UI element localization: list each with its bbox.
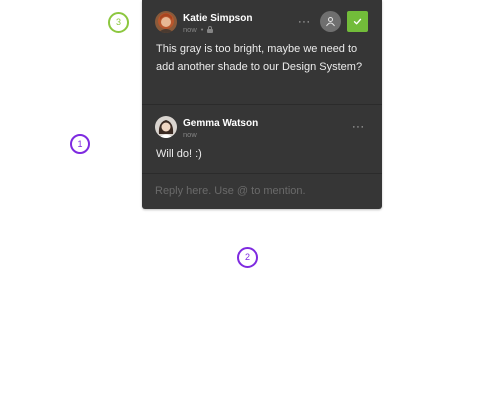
avatar [155, 11, 177, 33]
reply-input[interactable]: Reply here. Use @ to mention. [155, 185, 369, 197]
comment-time: now [183, 130, 197, 139]
comment-text: Will do! :) [156, 148, 202, 160]
comment-pin-3[interactable]: 3 [108, 12, 129, 33]
assign-button[interactable] [320, 11, 341, 32]
more-options-icon[interactable]: ··· [352, 122, 365, 133]
pin-number: 3 [115, 17, 121, 27]
comment-time: now [183, 25, 197, 34]
separator-dot: • [200, 25, 204, 34]
canvas: { "pins": [ {"label": "1", "color": "#7e… [0, 0, 501, 400]
comment-thread-panel: Katie Simpson now • ··· This gray is too… [142, 0, 382, 209]
comment-divider [142, 173, 382, 174]
pin-number: 1 [77, 138, 83, 149]
comment-pin-1[interactable]: 1 [70, 134, 90, 154]
comment-author: Gemma Watson [183, 118, 259, 129]
comment: Gemma Watson now ··· Will do! :) [142, 105, 382, 173]
person-icon [326, 17, 335, 27]
comment-pin-2[interactable]: 2 [237, 247, 258, 268]
comment-text: This gray is too bright, maybe we need t… [156, 43, 363, 73]
resolve-button[interactable] [347, 11, 368, 32]
comment: Katie Simpson now • ··· This gray is too… [142, 0, 382, 104]
comment-author: Katie Simpson [183, 13, 253, 24]
more-options-icon[interactable]: ··· [298, 17, 311, 28]
pin-number: 2 [244, 252, 250, 262]
comment-meta: now [183, 130, 197, 139]
lock-icon [207, 26, 214, 33]
checkmark-icon [353, 18, 362, 25]
avatar [155, 116, 177, 138]
comment-meta: now • [183, 25, 214, 34]
